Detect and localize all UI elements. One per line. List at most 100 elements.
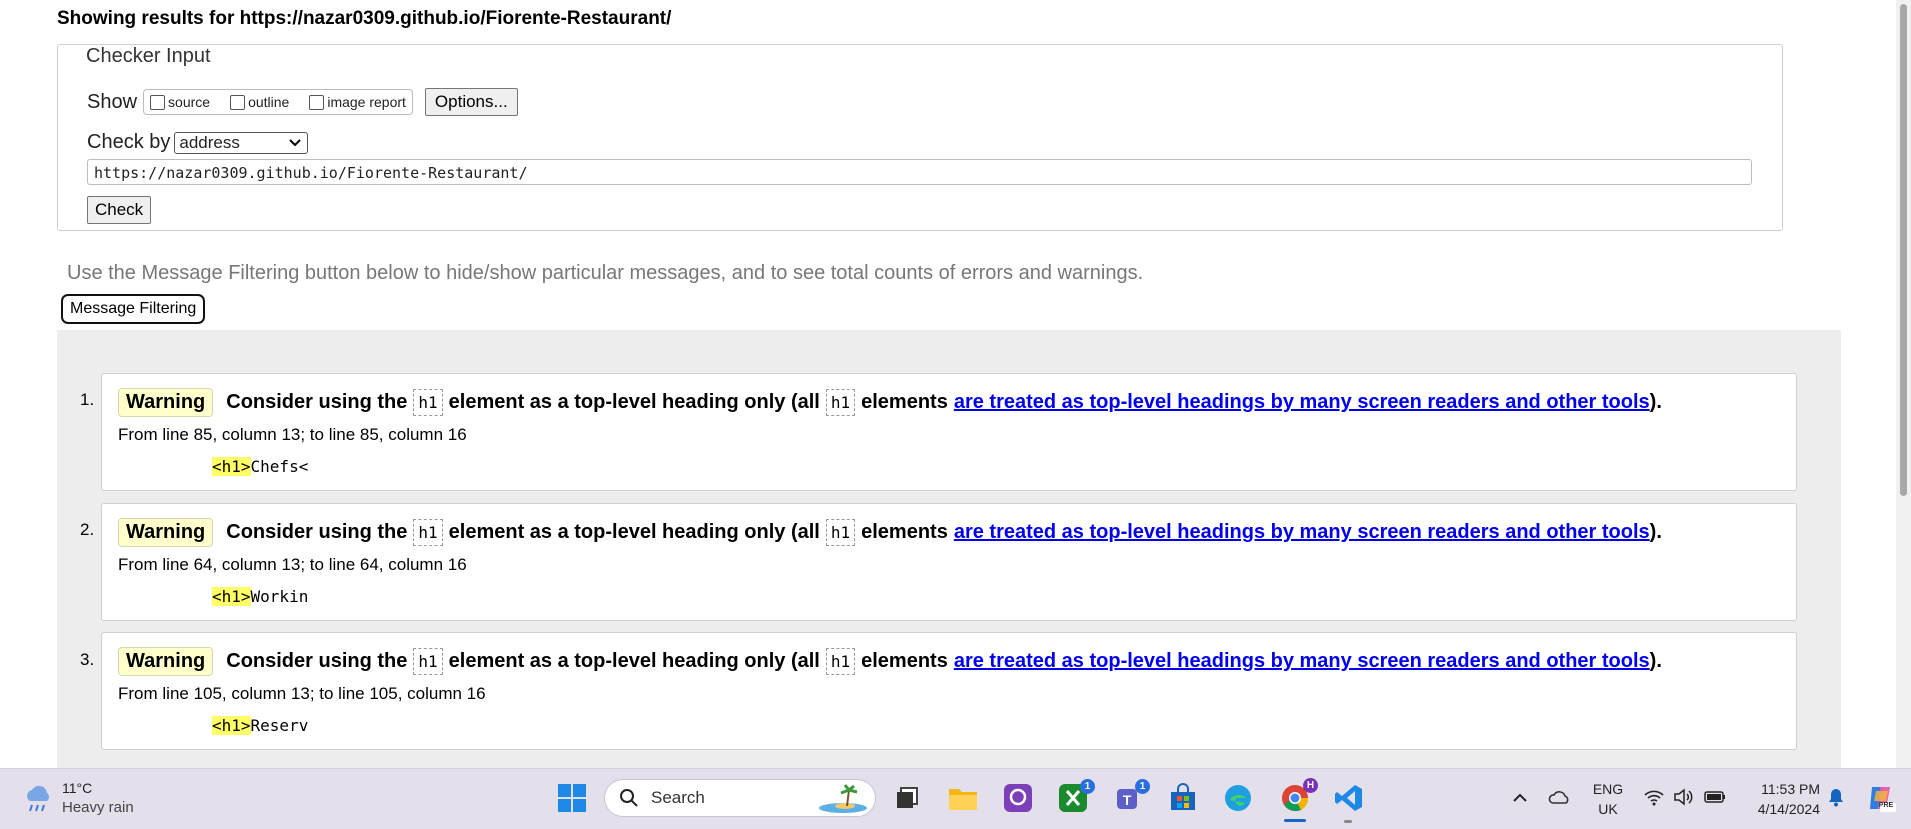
message-item: Warning Consider using the h1 element as…	[101, 632, 1797, 750]
teams-button[interactable]: T 1	[1111, 779, 1150, 814]
code-h1: h1	[413, 519, 443, 546]
message-text-a: Consider using the	[226, 650, 408, 672]
code-h1: h1	[825, 648, 856, 675]
message-extract: <h1>Workin	[212, 587, 308, 606]
check-by-value: address	[179, 132, 240, 152]
checker-input-legend: Checker Input	[83, 45, 214, 68]
file-explorer-icon	[949, 789, 977, 810]
message-filtering-note: Use the Message Filtering button below t…	[67, 262, 1144, 284]
volume-button[interactable]	[1672, 785, 1696, 809]
url-input[interactable]: https://nazar0309.github.io/Fiorente-Res…	[87, 159, 1752, 185]
keyboard-region: UK	[1598, 801, 1618, 817]
validator-page: Showing results for https://nazar0309.gi…	[0, 0, 1896, 768]
taskbar-search[interactable]: Search	[604, 779, 876, 817]
outline-checkbox[interactable]	[230, 94, 246, 110]
message-text: Warning Consider using the h1 element as…	[118, 518, 1662, 547]
copilot-button[interactable]: PRE	[1864, 781, 1898, 815]
vscode-icon	[1335, 785, 1362, 811]
check-by-label: Check by	[87, 131, 171, 153]
weather-condition: Heavy rain	[62, 799, 134, 816]
weather-widget[interactable]: 11°C Heavy rain	[22, 779, 134, 817]
notifications-button[interactable]	[1824, 785, 1848, 809]
clock-time: 11:53 PM	[1761, 781, 1820, 797]
battery-button[interactable]	[1702, 785, 1728, 809]
beach-illustration-icon	[819, 784, 867, 813]
microsoft-store-icon	[1171, 783, 1195, 810]
extract-rest: Workin	[250, 587, 309, 606]
chrome-profile-badge: H	[1303, 778, 1318, 793]
task-view-button[interactable]	[892, 783, 922, 813]
message-filtering-button[interactable]: Message Filtering	[61, 294, 206, 324]
weather-temperature: 11°C	[62, 780, 93, 796]
code-h1: h1	[825, 389, 856, 416]
options-button[interactable]: Options...	[424, 88, 518, 116]
edge-button[interactable]	[1221, 782, 1255, 814]
vscode-button[interactable]	[1332, 782, 1366, 814]
onedrive-button[interactable]	[1546, 784, 1574, 812]
source-checkbox[interactable]	[150, 94, 166, 110]
chevron-down-icon	[289, 138, 302, 146]
xbox-badge: 1	[1080, 779, 1095, 794]
screen-readers-link[interactable]: are treated as top-level headings by man…	[954, 521, 1650, 544]
message-text-b: element as a top-level heading only (all	[448, 391, 820, 413]
photos-app-button[interactable]	[1001, 782, 1035, 814]
notification-bell-icon	[1829, 789, 1843, 807]
message-item: Warning Consider using the h1 element as…	[101, 373, 1797, 491]
vertical-scrollbar[interactable]	[1896, 0, 1911, 768]
screen-readers-link[interactable]: are treated as top-level headings by man…	[954, 650, 1650, 673]
message-text-b: element as a top-level heading only (all	[448, 650, 820, 672]
wifi-icon	[1644, 790, 1664, 806]
code-h1: h1	[413, 389, 443, 416]
message-text-c: elements	[861, 391, 948, 413]
message-location: From line 105, column 13; to line 105, c…	[118, 684, 486, 703]
windows-start-icon	[558, 784, 586, 812]
message-text-a: Consider using the	[226, 521, 408, 543]
clock-date: 4/14/2024	[1757, 801, 1820, 817]
file-explorer-button[interactable]	[946, 782, 980, 814]
message-number: 1.	[80, 390, 95, 409]
message-text-d: ).	[1649, 521, 1662, 543]
battery-icon	[1704, 791, 1725, 803]
xbox-button[interactable]: 1	[1056, 779, 1095, 814]
extract-rest: Chefs<	[250, 457, 309, 476]
language-code: ENG	[1592, 781, 1624, 797]
clock[interactable]: 11:53 PM 4/14/2024	[1742, 779, 1820, 819]
start-button[interactable]	[556, 782, 588, 814]
message-text-c: elements	[861, 650, 948, 672]
screen-readers-link[interactable]: are treated as top-level headings by man…	[954, 391, 1650, 414]
chrome-button[interactable]: H	[1277, 778, 1318, 815]
image-report-checkbox[interactable]	[309, 94, 325, 110]
wifi-button[interactable]	[1642, 785, 1666, 809]
message-text-d: ).	[1649, 391, 1662, 413]
scrollbar-thumb[interactable]	[1900, 4, 1907, 496]
checker-input-fieldset	[57, 44, 1783, 231]
chevron-up-icon	[1513, 793, 1527, 802]
message-number: 3.	[80, 650, 95, 669]
message-text: Warning Consider using the h1 element as…	[118, 647, 1662, 676]
open-app-indicator	[1344, 820, 1352, 823]
code-h1: h1	[825, 519, 856, 546]
task-view-icon	[897, 787, 918, 808]
message-text-b: element as a top-level heading only (all	[448, 521, 820, 543]
image-report-checkbox-label[interactable]: image report	[327, 94, 406, 110]
code-h1: h1	[413, 648, 443, 675]
show-hidden-icons-button[interactable]	[1508, 785, 1532, 811]
active-app-indicator	[1284, 819, 1306, 822]
microsoft-store-button[interactable]	[1166, 782, 1200, 814]
show-row: Show source outline image report Options…	[87, 88, 518, 116]
check-button[interactable]: Check	[87, 196, 152, 224]
extract-highlight: <h1>	[212, 716, 251, 735]
extract-rest: Reserv	[250, 716, 309, 735]
results-title: Showing results for https://nazar0309.gi…	[57, 8, 672, 29]
source-checkbox-label[interactable]: source	[168, 94, 210, 110]
check-by-row: Check by address	[87, 131, 309, 154]
message-text-a: Consider using the	[226, 391, 408, 413]
svg-text:T: T	[1123, 792, 1132, 808]
language-indicator[interactable]: ENG UK	[1586, 779, 1630, 819]
outline-checkbox-label[interactable]: outline	[248, 94, 289, 110]
copilot-pre-label: PRE	[1878, 802, 1894, 809]
message-extract: <h1>Chefs<	[212, 457, 308, 476]
check-by-select[interactable]: address	[174, 131, 309, 154]
message-text-d: ).	[1649, 650, 1662, 672]
message-text: Warning Consider using the h1 element as…	[118, 388, 1662, 417]
